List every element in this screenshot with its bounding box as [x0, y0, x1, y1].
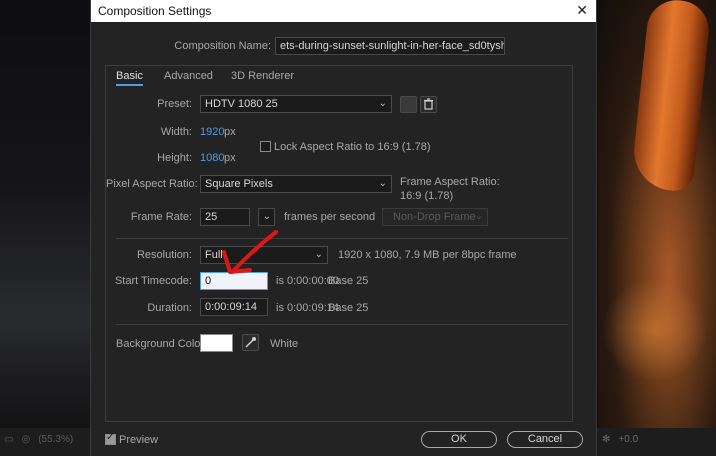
red-arrow-annotation	[222, 230, 278, 274]
